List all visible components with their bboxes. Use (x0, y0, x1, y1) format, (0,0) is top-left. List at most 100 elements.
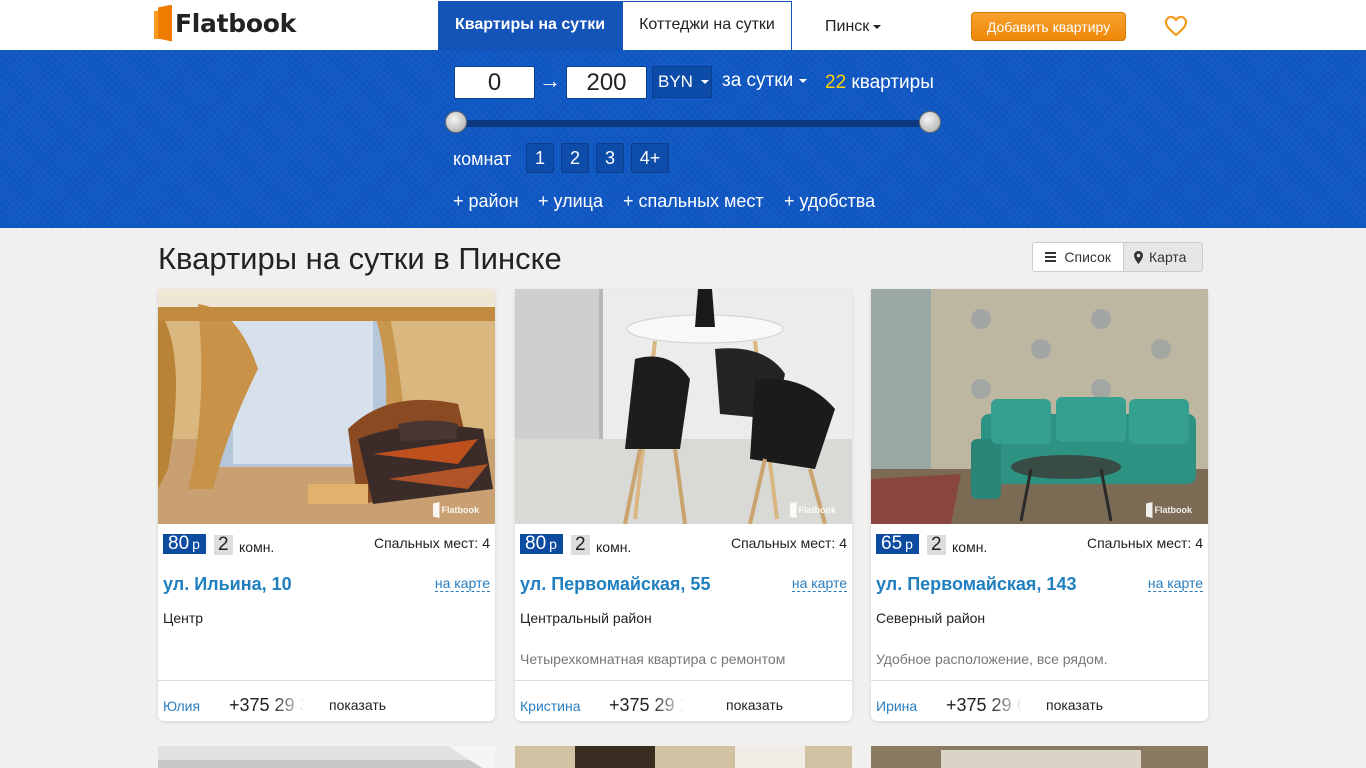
rooms-badge: 2 (927, 535, 946, 555)
listing-photo (158, 746, 495, 768)
listing-card-partial[interactable] (158, 746, 495, 768)
caret-down-icon (700, 80, 709, 84)
watermark: Flatbook (1145, 502, 1192, 518)
view-toggle: Список Карта (1032, 242, 1203, 272)
price-currency: р (192, 536, 200, 552)
listing-card-partial[interactable] (515, 746, 852, 768)
result-count-number: 22 (825, 72, 847, 93)
show-phone-button[interactable]: показать (726, 697, 783, 713)
rooms-4plus-button[interactable]: 4+ (631, 143, 669, 173)
listing-photo (871, 746, 1208, 768)
city-dropdown[interactable]: Пинск (825, 18, 882, 36)
listing-description: Четырехкомнатная квартира с ремонтом (520, 651, 786, 667)
listing-district: Северный район (876, 610, 986, 626)
price-slider-max-handle[interactable] (919, 111, 941, 133)
rooms-label: комнат (453, 149, 512, 169)
listing-card-partial[interactable] (871, 746, 1208, 768)
price-value: 80 (525, 533, 547, 554)
list-view-button[interactable]: Список (1032, 242, 1124, 272)
beds-count: Спальных мест: 4 (1086, 535, 1203, 551)
price-badge: 80 р (520, 534, 563, 554)
list-icon (1045, 252, 1057, 262)
logo[interactable]: Flatbook (154, 4, 296, 42)
watermark: Flatbook (789, 502, 836, 518)
tab-cottages[interactable]: Коттеджи на сутки (622, 1, 792, 50)
show-on-map-link[interactable]: на карте (1147, 575, 1203, 592)
listing-street-link[interactable]: ул. Первомайская, 143 (876, 574, 1076, 595)
price-badge: 80 р (163, 534, 206, 554)
list-view-label: Список (1064, 249, 1111, 265)
price-slider-min-handle[interactable] (445, 111, 467, 133)
map-view-label: Карта (1149, 249, 1187, 265)
price-value: 80 (168, 533, 190, 554)
price-currency: р (549, 536, 557, 552)
rooms-badge: 2 (214, 535, 233, 555)
caret-down-icon (873, 24, 882, 29)
listing-description: Удобное расположение, все рядом. (876, 651, 1108, 667)
price-min-input[interactable]: 0 (454, 66, 535, 99)
price-currency: р (905, 536, 913, 552)
show-on-map-link[interactable]: на карте (434, 575, 490, 592)
listing-street-link[interactable]: ул. Ильина, 10 (163, 574, 292, 595)
rooms-1-button[interactable]: 1 (526, 143, 554, 173)
result-count-label: квартиры (851, 72, 934, 93)
phone-partial: +375 29 6 (946, 695, 1026, 715)
bedroom-photo (158, 289, 495, 524)
rooms-2-button[interactable]: 2 (561, 143, 589, 173)
show-phone-button[interactable]: показать (329, 697, 386, 713)
rooms-unit: комн. (596, 539, 632, 555)
listing-photo[interactable]: Flatbook (158, 289, 495, 524)
currency-label: BYN (658, 72, 693, 91)
watermark: Flatbook (432, 502, 479, 518)
card-footer: Кристина +375 29 10 показать (515, 680, 852, 721)
map-pin-icon (1134, 250, 1143, 264)
card-footer: Ирина +375 29 6 показать (871, 680, 1208, 721)
logo-text: Flatbook (175, 8, 296, 38)
listing-card[interactable]: Flatbook 80 р 2 комн. Спальных мест: 4 ул… (158, 289, 495, 721)
beds-count: Спальных мест: 4 (373, 535, 490, 551)
tab-apartments[interactable]: Квартиры на сутки (438, 1, 622, 50)
city-label: Пинск (825, 18, 870, 35)
listing-card[interactable]: Flatbook 80 р 2 комн. Спальных мест: 4 ул… (515, 289, 852, 721)
phone-partial: +375 29 10 (609, 695, 689, 715)
page-title: Квартиры на сутки в Пинске (158, 241, 562, 276)
owner-name-link[interactable]: Ирина (876, 698, 917, 714)
filter-panel: 0 → 200 BYN за сутки 22 квартиры комнат … (0, 50, 1366, 228)
price-slider-range (454, 120, 932, 127)
price-value: 65 (881, 533, 903, 554)
owner-name-link[interactable]: Юлия (163, 698, 200, 714)
filter-street-link[interactable]: + улица (538, 191, 603, 212)
filter-beds-link[interactable]: + спальных мест (623, 191, 764, 212)
show-on-map-link[interactable]: на карте (791, 575, 847, 592)
listing-card[interactable]: Flatbook 65 р 2 комн. Спальных мест: 4 ул… (871, 289, 1208, 721)
heart-icon[interactable] (1164, 15, 1188, 37)
listing-photo[interactable]: Flatbook (871, 289, 1208, 524)
currency-dropdown[interactable]: BYN (652, 66, 712, 98)
rooms-3-button[interactable]: 3 (596, 143, 624, 173)
show-phone-button[interactable]: показать (1046, 697, 1103, 713)
map-view-button[interactable]: Карта (1124, 242, 1203, 272)
price-slider-track[interactable] (454, 120, 932, 127)
beds-count: Спальных мест: 4 (730, 535, 847, 551)
price-max-input[interactable]: 200 (566, 66, 647, 99)
caret-down-icon (799, 78, 808, 83)
filter-amenities-link[interactable]: + удобства (784, 191, 875, 212)
door-logo-icon (154, 4, 172, 42)
listing-photo[interactable]: Flatbook (515, 289, 852, 524)
arrow-right-icon: → (539, 68, 561, 93)
listing-district: Центральный район (520, 610, 652, 626)
card-footer: Юлия +375 29 3 показать (158, 680, 495, 721)
result-count: 22 квартиры (825, 72, 934, 94)
owner-name-link[interactable]: Кристина (520, 698, 581, 714)
filter-district-link[interactable]: + район (453, 191, 519, 212)
period-dropdown[interactable]: за сутки (722, 70, 808, 92)
listing-street-link[interactable]: ул. Первомайская, 55 (520, 574, 710, 595)
listing-photo (515, 746, 852, 768)
rooms-badge: 2 (571, 535, 590, 555)
add-apartment-button[interactable]: Добавить квартиру (971, 12, 1126, 41)
phone-partial: +375 29 3 (229, 695, 309, 715)
dining-photo (515, 289, 852, 524)
price-badge: 65 р (876, 534, 919, 554)
rooms-unit: комн. (952, 539, 988, 555)
rooms-unit: комн. (239, 539, 275, 555)
